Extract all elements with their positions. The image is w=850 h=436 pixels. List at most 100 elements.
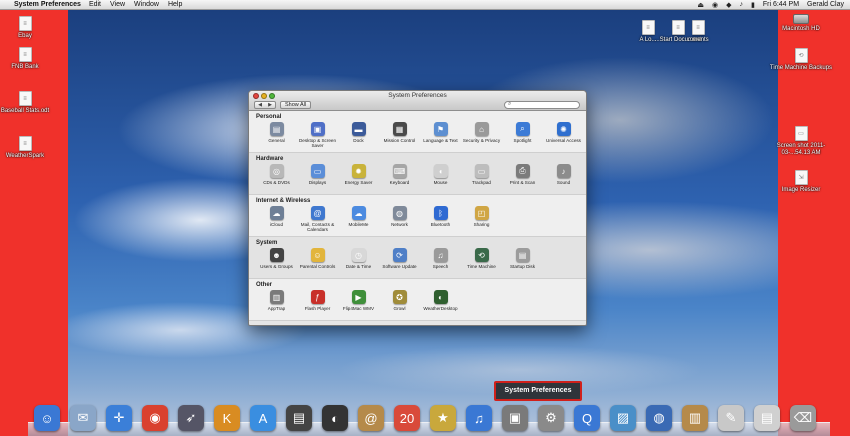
dock-stickies-icon[interactable]: ★ — [430, 405, 456, 431]
dock-finder-icon[interactable]: ☺ — [34, 405, 60, 431]
app-menu[interactable]: System Preferences — [14, 1, 81, 8]
desktop-icon-weatherspark[interactable]: ≡ WeatherSpark — [0, 136, 58, 160]
dock-app-store-icon[interactable]: A — [250, 405, 276, 431]
desktop-icon-time-machine-backups[interactable]: ⟲ Time Machine Backups — [768, 48, 834, 72]
pane-spotlight[interactable]: ⌕ Spotlight — [502, 122, 543, 148]
pane-cds-and-dvds[interactable]: ◎ CDs & DVDs — [256, 164, 297, 185]
section-other: Other ▥ AppTrap ƒ Flash Player ▶ Flip4Mac WMV ✪… — [249, 279, 586, 321]
desktop-icon-image-resizer[interactable]: ⇲ Image Resizer — [768, 170, 834, 194]
pane-mission-control[interactable]: ▦ Mission Control — [379, 122, 420, 148]
dock-safari-icon[interactable]: ✛ — [106, 405, 132, 431]
dock-iphoto-icon[interactable]: ▣ — [502, 405, 528, 431]
menu-help[interactable]: Help — [168, 1, 182, 8]
dock-photo-booth-icon[interactable]: ▤ — [286, 405, 312, 431]
dock-quicktime-icon[interactable]: Q — [574, 405, 600, 431]
preference-pane-grid: Personal ▤ General ▣ Desktop & Screen Saver ▬… — [249, 111, 586, 321]
pane-time-machine[interactable]: ⟲ Time Machine — [461, 248, 502, 269]
back-arrow-icon[interactable]: ◀ — [258, 102, 262, 108]
pane-row: ◎ CDs & DVDs ▭ Displays ✹ Energy Saver ⌨ Keyboa… — [256, 164, 584, 185]
menu-edit[interactable]: Edit — [89, 1, 101, 8]
dock-chrome-icon[interactable]: ◉ — [142, 405, 168, 431]
dock-calendar-icon[interactable]: 20 — [394, 405, 420, 431]
show-all-button[interactable]: Show All — [280, 101, 312, 109]
pane-weatherdesktop[interactable]: ◐ WeatherDesktop — [420, 290, 461, 311]
pane-network[interactable]: ◍ Network — [379, 206, 420, 232]
back-forward-control[interactable]: ◀ ▶ — [254, 101, 276, 109]
pane-mobileme[interactable]: ☁ MobileMe — [338, 206, 379, 232]
dock-system-preferences-icon[interactable]: ⚙ — [538, 405, 564, 431]
dock-textedit-icon[interactable]: ✎ — [718, 405, 744, 431]
pane-startup-disk[interactable]: ▤ Startup Disk — [502, 248, 543, 269]
search-input[interactable]: ⌕ — [504, 101, 580, 109]
window-titlebar[interactable]: System Preferences ◀ ▶ Show All ⌕ — [249, 91, 586, 111]
dock-mail-icon[interactable]: ✉ — [70, 405, 96, 431]
pane-keyboard[interactable]: ⌨ Keyboard — [379, 164, 420, 185]
pane-sharing[interactable]: ◰ Sharing — [461, 206, 502, 232]
pane-universal-access[interactable]: ✺ Universal Access — [543, 122, 584, 148]
desktop-icon-fnb-bank[interactable]: ≡ FNB Bank — [0, 47, 58, 71]
pane-growl[interactable]: ✪ Growl — [379, 290, 420, 311]
menubar-user[interactable]: Gerald Clay — [807, 1, 844, 8]
pane-label: Parental Controls — [299, 264, 336, 269]
pane-bluetooth[interactable]: ᛒ Bluetooth — [420, 206, 461, 232]
dock-address-book-icon[interactable]: @ — [358, 405, 384, 431]
displays-icon: ▭ — [310, 164, 325, 178]
pane-dock[interactable]: ▬ Dock — [338, 122, 379, 148]
desktop-icon-ments[interactable]: ≡ ...ments — [665, 20, 731, 44]
sharing-icon: ◰ — [474, 206, 489, 220]
battery-icon[interactable]: ▮ — [751, 1, 755, 9]
eject-icon[interactable]: ⏏ — [697, 1, 704, 9]
menu-window[interactable]: Window — [134, 1, 159, 8]
menu-view[interactable]: View — [110, 1, 125, 8]
pane-general[interactable]: ▤ General — [256, 122, 297, 148]
pane-flash-player[interactable]: ƒ Flash Player — [297, 290, 338, 311]
dock-trash-icon[interactable]: ⌫ — [790, 405, 816, 431]
desktop-icon-ebay[interactable]: ≡ Ebay — [0, 16, 58, 40]
pane-label: Software Update — [382, 264, 417, 269]
dock-preview-icon[interactable]: ▨ — [610, 405, 636, 431]
pane-print-and-scan[interactable]: ⎙ Print & Scan — [502, 164, 543, 185]
startup-disk-icon: ▤ — [515, 248, 530, 262]
pane-security-and-privacy[interactable]: ⌂ Security & Privacy — [461, 122, 502, 148]
pane-users-and-groups[interactable]: ☻ Users & Groups — [256, 248, 297, 269]
wifi-icon[interactable]: ◆ — [726, 1, 731, 9]
pane-label: CDs & DVDs — [263, 180, 290, 185]
pane-icloud[interactable]: ☁ iCloud — [256, 206, 297, 232]
menubar-clock[interactable]: Fri 6:44 PM — [763, 1, 799, 8]
dock-itunes-icon[interactable]: ♫ — [466, 405, 492, 431]
desktop-icon-macintosh-hd[interactable]: Macintosh HD — [768, 14, 834, 33]
pane-apptrap[interactable]: ▥ AppTrap — [256, 290, 297, 311]
forward-arrow-icon[interactable]: ▶ — [268, 102, 272, 108]
growl-icon: ✪ — [392, 290, 407, 304]
pane-sound[interactable]: ♪ Sound — [543, 164, 584, 185]
pane-mouse[interactable]: ◖ Mouse — [420, 164, 461, 185]
dock-archive-icon[interactable]: ▥ — [682, 405, 708, 431]
pane-label: Time Machine — [467, 264, 496, 269]
dock-launchpad-icon[interactable]: ➶ — [178, 405, 204, 431]
pane-label: AppTrap — [267, 306, 286, 311]
pane-date-and-time[interactable]: ◷ Date & Time — [338, 248, 379, 269]
pane-trackpad[interactable]: ▭ Trackpad — [461, 164, 502, 185]
dock-dashboard-icon[interactable]: ◐ — [322, 405, 348, 431]
pane-flip4mac-wmv[interactable]: ▶ Flip4Mac WMV — [338, 290, 379, 311]
pane-energy-saver[interactable]: ✹ Energy Saver — [338, 164, 379, 185]
pane-mail-contacts-and-calendars[interactable]: @ Mail, Contacts & Calendars — [297, 206, 338, 232]
volume-icon[interactable]: ♪ — [739, 1, 743, 8]
pane-software-update[interactable]: ⟳ Software Update — [379, 248, 420, 269]
desktop-icon-label: Macintosh HD — [782, 26, 820, 32]
desktop-icon-screen-shot-2011-03-54-13-am[interactable]: ▭ Screen shot 2011-03-...54.13 AM — [768, 126, 834, 157]
flash-player-icon: ƒ — [310, 290, 325, 304]
pane-label: Date & Time — [345, 264, 372, 269]
pane-parental-controls[interactable]: ☺ Parental Controls — [297, 248, 338, 269]
desktop-icon-baseball-stats-odt[interactable]: ≡ Baseball Stats.odt — [0, 91, 58, 115]
pane-speech[interactable]: ♫ Speech — [420, 248, 461, 269]
desktop-icon-label: ...ments — [687, 37, 709, 43]
pane-language-and-text[interactable]: ⚑ Language & Text — [420, 122, 461, 148]
dock-documents-icon[interactable]: ▤ — [754, 405, 780, 431]
dock-kindle-icon[interactable]: K — [214, 405, 240, 431]
time-machine-icon[interactable]: ◉ — [712, 1, 718, 9]
pane-displays[interactable]: ▭ Displays — [297, 164, 338, 185]
dock-network-utility-icon[interactable]: ◍ — [646, 405, 672, 431]
pane-desktop-and-screen-saver[interactable]: ▣ Desktop & Screen Saver — [297, 122, 338, 148]
dock: ☺ ✉ ✛ ◉ ➶ K A ▤ ◐ @20 ★ ♫ ▣ ⚙ Q ▨ ◍ ▥ ✎ ▤ ⌫ — [28, 400, 830, 436]
